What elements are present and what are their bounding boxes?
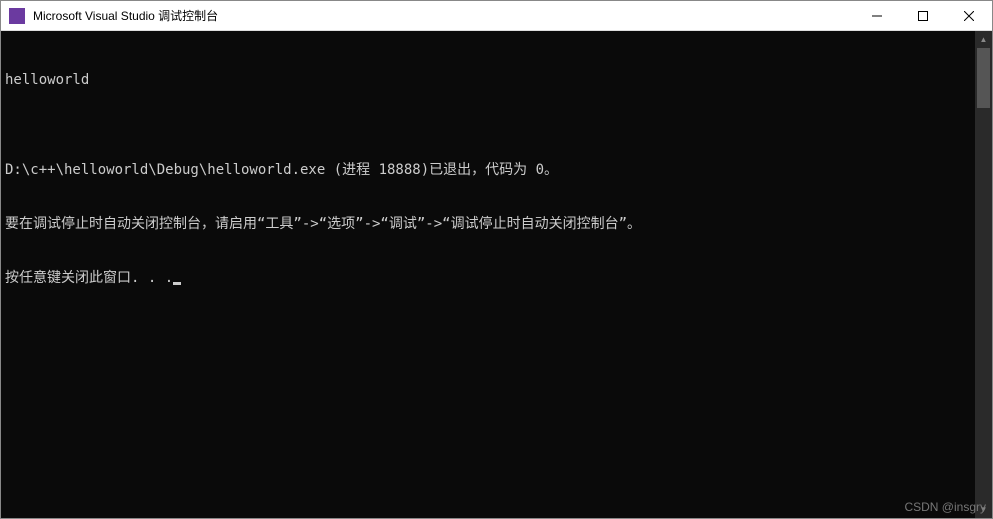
console-output[interactable]: helloworld D:\c++\helloworld\Debug\hello… xyxy=(1,31,975,518)
cursor xyxy=(173,282,181,285)
window-controls xyxy=(854,1,992,30)
console-line: 按任意键关闭此窗口. . . xyxy=(5,269,971,287)
maximize-icon xyxy=(918,11,928,21)
minimize-button[interactable] xyxy=(854,1,900,30)
scrollbar-track[interactable] xyxy=(975,48,992,501)
app-icon xyxy=(9,8,25,24)
close-icon xyxy=(964,11,974,21)
watermark: CSDN @insgry xyxy=(904,500,986,514)
close-button[interactable] xyxy=(946,1,992,30)
window-title: Microsoft Visual Studio 调试控制台 xyxy=(33,7,218,24)
console-window: Microsoft Visual Studio 调试控制台 helloworld… xyxy=(0,0,993,519)
console-line: helloworld xyxy=(5,71,971,89)
vertical-scrollbar[interactable]: ▲ ▼ xyxy=(975,31,992,518)
scrollbar-thumb[interactable] xyxy=(977,48,990,108)
scroll-up-button[interactable]: ▲ xyxy=(975,31,992,48)
minimize-icon xyxy=(872,11,882,21)
console-line: 要在调试停止时自动关闭控制台，请启用“工具”->“选项”->“调试”->“调试停… xyxy=(5,215,971,233)
console-area: helloworld D:\c++\helloworld\Debug\hello… xyxy=(1,31,992,518)
maximize-button[interactable] xyxy=(900,1,946,30)
titlebar: Microsoft Visual Studio 调试控制台 xyxy=(1,1,992,31)
console-line: D:\c++\helloworld\Debug\helloworld.exe (… xyxy=(5,161,971,179)
